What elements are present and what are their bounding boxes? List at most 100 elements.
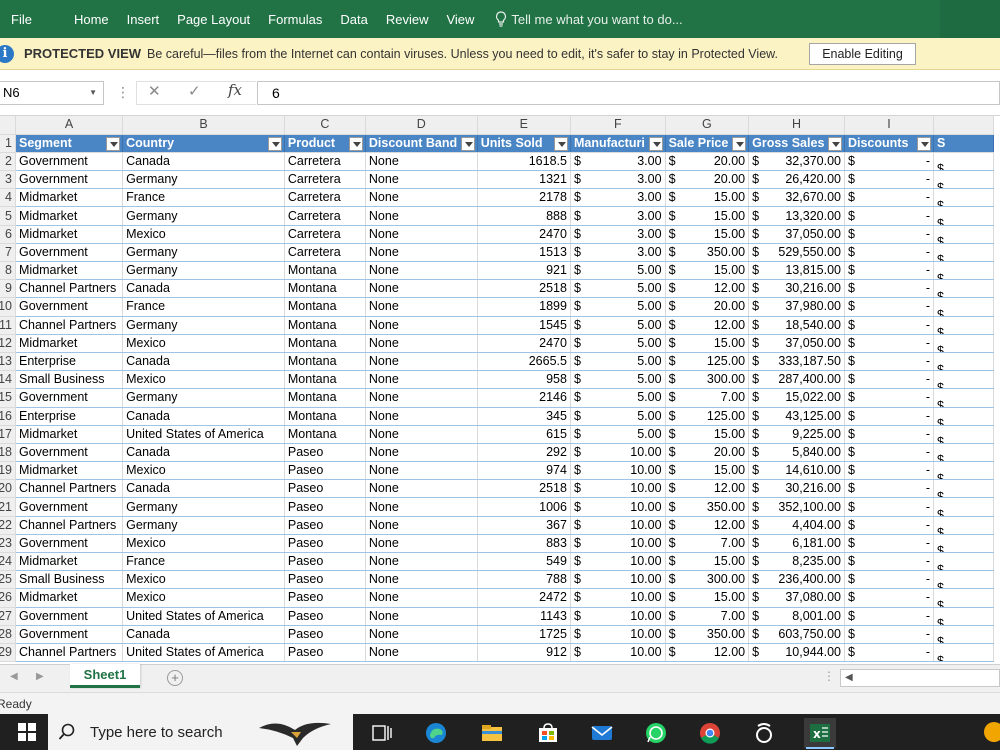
cell-sales[interactable]: $	[933, 316, 994, 335]
cell-discount-band[interactable]: None	[365, 625, 478, 644]
cell-discount-band[interactable]: None	[365, 588, 478, 608]
cell-sale-price[interactable]: $300.00	[665, 570, 750, 590]
filter-dropdown-icon[interactable]	[648, 136, 663, 151]
cell-sale-price[interactable]: $350.00	[665, 625, 750, 644]
filter-dropdown-icon[interactable]	[917, 136, 932, 151]
row-header[interactable]: 4	[0, 188, 16, 208]
cell-sale-price[interactable]: $350.00	[665, 497, 750, 517]
cell-sale-price[interactable]: $15.00	[665, 588, 750, 608]
cell-units-sold[interactable]: 958	[477, 370, 571, 390]
cell-country[interactable]: United States of America	[122, 607, 285, 626]
cell-segment[interactable]: Government	[15, 443, 124, 463]
cell-gross-sales[interactable]: $15,022.00	[748, 388, 845, 408]
cell-segment[interactable]: Government	[15, 534, 124, 554]
cell-units-sold[interactable]: 2518	[477, 479, 571, 499]
cell-sale-price[interactable]: $15.00	[665, 188, 750, 208]
cell-manufacturing-price[interactable]: $10.00	[570, 497, 666, 517]
cell-product[interactable]: Montana	[284, 352, 366, 372]
row-header[interactable]: 12	[0, 334, 16, 353]
cell-country[interactable]: Canada	[122, 152, 285, 172]
column-header-i[interactable]: I	[844, 116, 935, 135]
cell-units-sold[interactable]: 615	[477, 425, 571, 444]
cell-segment[interactable]: Channel Partners	[15, 643, 124, 663]
cell-sale-price[interactable]: $15.00	[665, 425, 750, 444]
cell-country[interactable]: Germany	[122, 388, 285, 408]
cell-gross-sales[interactable]: $333,187.50	[748, 352, 845, 372]
cell-units-sold[interactable]: 292	[477, 443, 571, 463]
cell-discount-band[interactable]: None	[365, 552, 478, 572]
cell-discounts[interactable]: $ -	[844, 225, 935, 244]
cell-sale-price[interactable]: $20.00	[665, 443, 750, 463]
cell-sales[interactable]: $	[933, 534, 994, 554]
cell-country[interactable]: Germany	[122, 243, 285, 263]
cell-discount-band[interactable]: None	[365, 225, 478, 244]
cell-segment[interactable]: Midmarket	[15, 552, 124, 572]
cell-gross-sales[interactable]: $37,080.00	[748, 588, 845, 608]
cell-discounts[interactable]: $ -	[844, 297, 935, 317]
cell-manufacturing-price[interactable]: $3.00	[570, 188, 666, 208]
cell-country[interactable]: Canada	[122, 352, 285, 372]
cell-gross-sales[interactable]: $18,540.00	[748, 316, 845, 335]
cell-discounts[interactable]: $ -	[844, 479, 935, 499]
cell-sale-price[interactable]: $7.00	[665, 388, 750, 408]
column-header-g[interactable]: G	[665, 116, 750, 135]
cell-segment[interactable]: Channel Partners	[15, 516, 124, 535]
cell-discount-band[interactable]: None	[365, 407, 478, 426]
cell-discounts[interactable]: $ -	[844, 206, 935, 226]
cell-discounts[interactable]: $ -	[844, 443, 935, 463]
cell-sale-price[interactable]: $125.00	[665, 407, 750, 426]
header-segment[interactable]: Segment	[15, 134, 124, 153]
cell-country[interactable]: Germany	[122, 316, 285, 335]
mail-icon[interactable]	[590, 721, 614, 745]
cell-discounts[interactable]: $ -	[844, 643, 935, 663]
cell-sales[interactable]: $	[933, 607, 994, 626]
cell-units-sold[interactable]: 1725	[477, 625, 571, 644]
cell-gross-sales[interactable]: $603,750.00	[748, 625, 845, 644]
cell-sales[interactable]: $	[933, 461, 994, 481]
cell-sale-price[interactable]: $15.00	[665, 334, 750, 353]
spreadsheet-grid[interactable]: A B C D E F G H I 1 Segment Country Prod…	[0, 116, 1000, 664]
cell-units-sold[interactable]: 1006	[477, 497, 571, 517]
cell-manufacturing-price[interactable]: $5.00	[570, 334, 666, 353]
cell-gross-sales[interactable]: $529,550.00	[748, 243, 845, 263]
cell-gross-sales[interactable]: $26,420.00	[748, 170, 845, 190]
cell-units-sold[interactable]: 1618.5	[477, 152, 571, 172]
cell-gross-sales[interactable]: $10,944.00	[748, 643, 845, 663]
cell-segment[interactable]: Small Business	[15, 570, 124, 590]
cell-country[interactable]: Germany	[122, 497, 285, 517]
taskbar-search[interactable]: Type here to search	[48, 714, 353, 750]
row-header[interactable]: 22	[0, 516, 16, 535]
cell-segment[interactable]: Midmarket	[15, 206, 124, 226]
cell-manufacturing-price[interactable]: $10.00	[570, 625, 666, 644]
cell-units-sold[interactable]: 974	[477, 461, 571, 481]
cell-units-sold[interactable]: 2472	[477, 588, 571, 608]
cell-segment[interactable]: Small Business	[15, 370, 124, 390]
cell-segment[interactable]: Midmarket	[15, 588, 124, 608]
windows-icon[interactable]	[18, 723, 36, 741]
cell-discount-band[interactable]: None	[365, 461, 478, 481]
cell-discounts[interactable]: $ -	[844, 407, 935, 426]
cell-product[interactable]: Paseo	[284, 625, 366, 644]
filter-dropdown-icon[interactable]	[348, 136, 363, 151]
cancel-icon[interactable]: ✕	[148, 82, 161, 100]
cell-sales[interactable]: $	[933, 334, 994, 353]
cell-discount-band[interactable]: None	[365, 297, 478, 317]
cell-discounts[interactable]: $ -	[844, 243, 935, 263]
row-header[interactable]: 13	[0, 352, 16, 372]
row-header[interactable]: 2	[0, 152, 16, 172]
cell-discounts[interactable]: $ -	[844, 461, 935, 481]
tab-insert[interactable]: Insert	[118, 12, 169, 27]
cell-discounts[interactable]: $ -	[844, 316, 935, 335]
cell-country[interactable]: Germany	[122, 170, 285, 190]
cell-segment[interactable]: Midmarket	[15, 461, 124, 481]
cell-units-sold[interactable]: 788	[477, 570, 571, 590]
next-sheet-icon[interactable]: ▶	[36, 671, 44, 682]
cell-segment[interactable]: Channel Partners	[15, 279, 124, 299]
cell-manufacturing-price[interactable]: $10.00	[570, 607, 666, 626]
cell-sale-price[interactable]: $12.00	[665, 316, 750, 335]
cell-country[interactable]: Canada	[122, 625, 285, 644]
edge-icon[interactable]	[424, 721, 448, 745]
tab-review[interactable]: Review	[377, 12, 438, 27]
cell-discounts[interactable]: $ -	[844, 279, 935, 299]
cell-discount-band[interactable]: None	[365, 388, 478, 408]
